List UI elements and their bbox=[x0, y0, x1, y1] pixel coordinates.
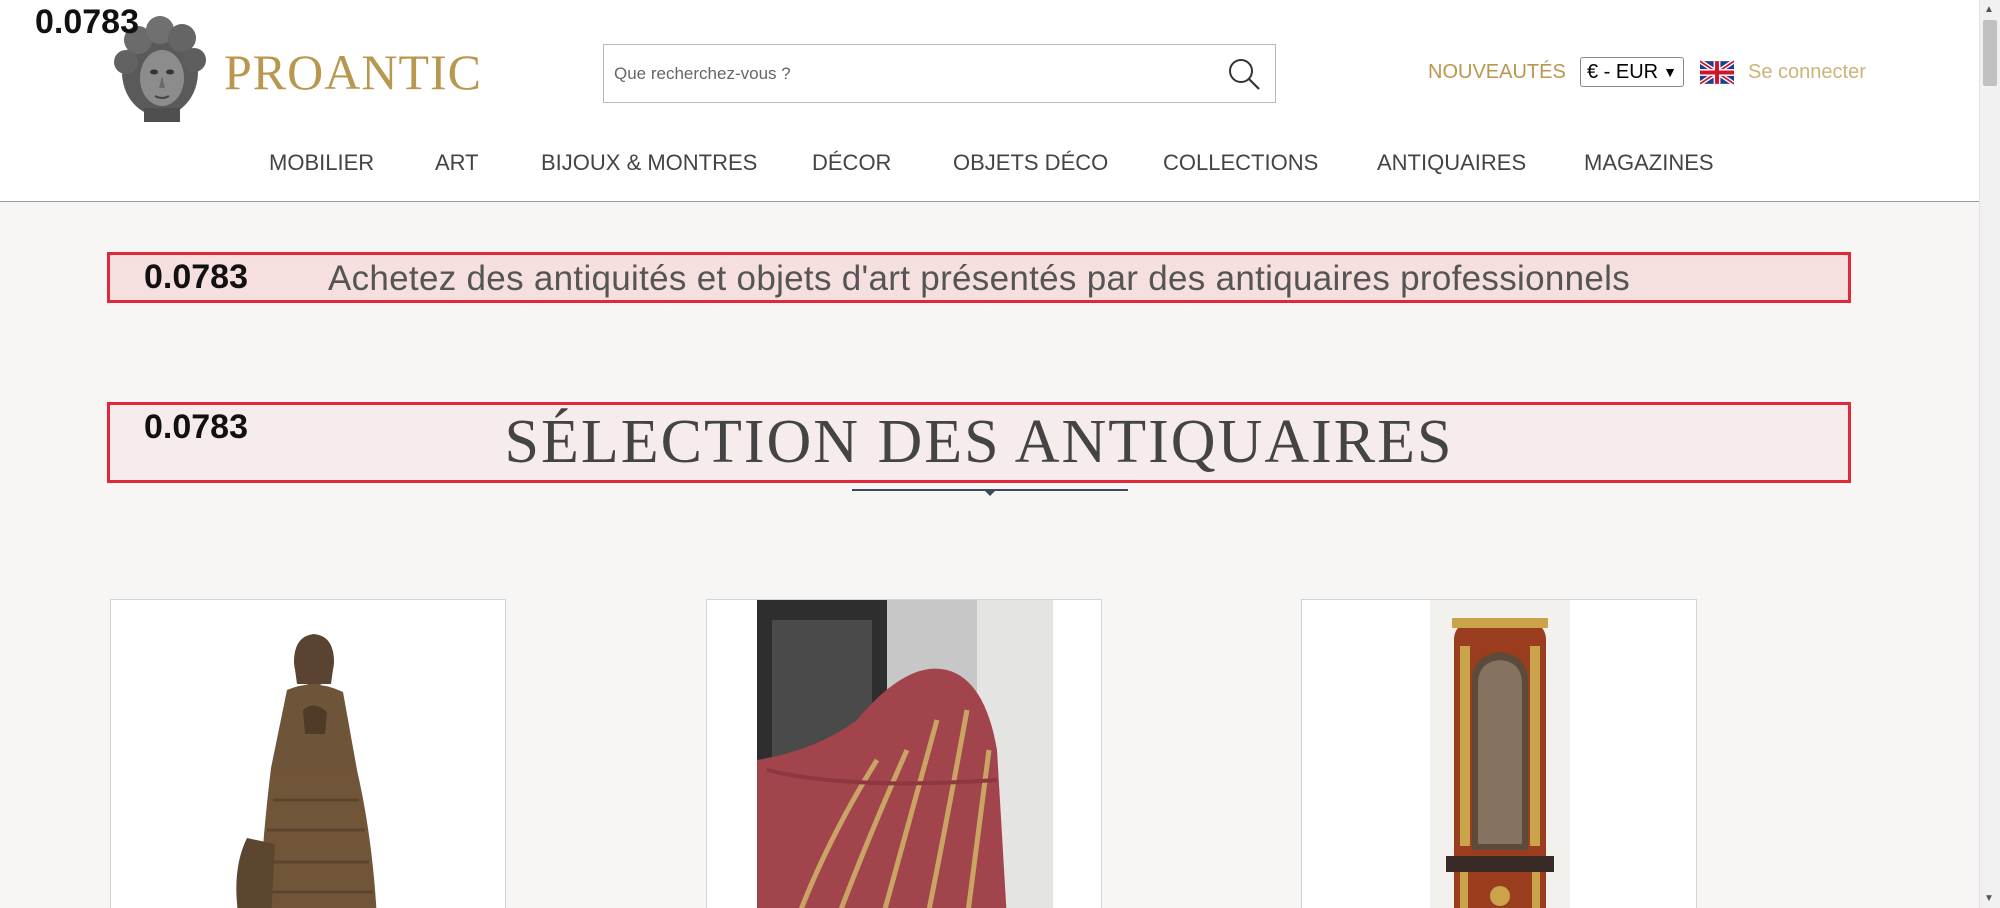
overlay-score-label: 0.0783 bbox=[35, 3, 139, 41]
brand-logo-text[interactable]: PROANTIC bbox=[224, 43, 482, 101]
uk-flag-icon[interactable] bbox=[1698, 59, 1736, 86]
scroll-up-arrow-icon[interactable]: ▲ bbox=[1984, 4, 1994, 15]
chevron-down-icon: ▼ bbox=[1663, 64, 1677, 80]
login-link[interactable]: Se connecter bbox=[1748, 61, 1866, 84]
product-card-textile[interactable] bbox=[706, 599, 1102, 908]
currency-select[interactable]: € - EUR ▼ bbox=[1580, 57, 1684, 87]
nav-item-decor[interactable]: DÉCOR bbox=[812, 150, 891, 176]
currency-select-value: € - EUR bbox=[1587, 61, 1659, 83]
nav-item-magazines[interactable]: MAGAZINES bbox=[1584, 150, 1714, 176]
silk-drape-image bbox=[707, 600, 1101, 908]
nav-item-bijoux-montres[interactable]: BIJOUX & MONTRES bbox=[541, 150, 757, 176]
mirror-console-image bbox=[1302, 600, 1696, 908]
scroll-thumb[interactable] bbox=[1983, 20, 1997, 86]
tagline-text: Achetez des antiquités et objets d'art p… bbox=[327, 259, 1631, 298]
product-card-statue[interactable] bbox=[110, 599, 506, 908]
new-arrivals-link[interactable]: NOUVEAUTÉS bbox=[1428, 61, 1566, 84]
nav-item-antiquaires[interactable]: ANTIQUAIRES bbox=[1377, 150, 1526, 176]
product-card-mirror-console[interactable] bbox=[1301, 599, 1697, 908]
nav-item-mobilier[interactable]: MOBILIER bbox=[269, 150, 374, 176]
page-scrollbar[interactable]: ▲ ▼ bbox=[1979, 0, 2000, 908]
search-bar bbox=[603, 44, 1276, 103]
main-navigation: MOBILIER ART BIJOUX & MONTRES DÉCOR OBJE… bbox=[0, 150, 1979, 180]
site-header: PROANTIC NOUVEAUTÉS € - EUR ▼ Se connect… bbox=[0, 0, 1979, 202]
scroll-down-arrow-icon[interactable]: ▼ bbox=[1984, 893, 1994, 904]
section-heading: 0.0783 SÉLECTION DES ANTIQUAIRES bbox=[107, 402, 1851, 483]
section-title: SÉLECTION DES ANTIQUAIRES bbox=[504, 408, 1454, 476]
search-icon[interactable] bbox=[1227, 57, 1261, 91]
title-underline-caret bbox=[984, 490, 996, 496]
nav-item-objets-deco[interactable]: OBJETS DÉCO bbox=[953, 150, 1108, 176]
nav-item-art[interactable]: ART bbox=[435, 150, 479, 176]
tagline-banner: 0.0783 Achetez des antiquités et objets … bbox=[107, 252, 1851, 303]
search-input[interactable] bbox=[614, 45, 1204, 102]
nav-item-collections[interactable]: COLLECTIONS bbox=[1163, 150, 1318, 176]
bronze-statue-image bbox=[111, 600, 505, 908]
